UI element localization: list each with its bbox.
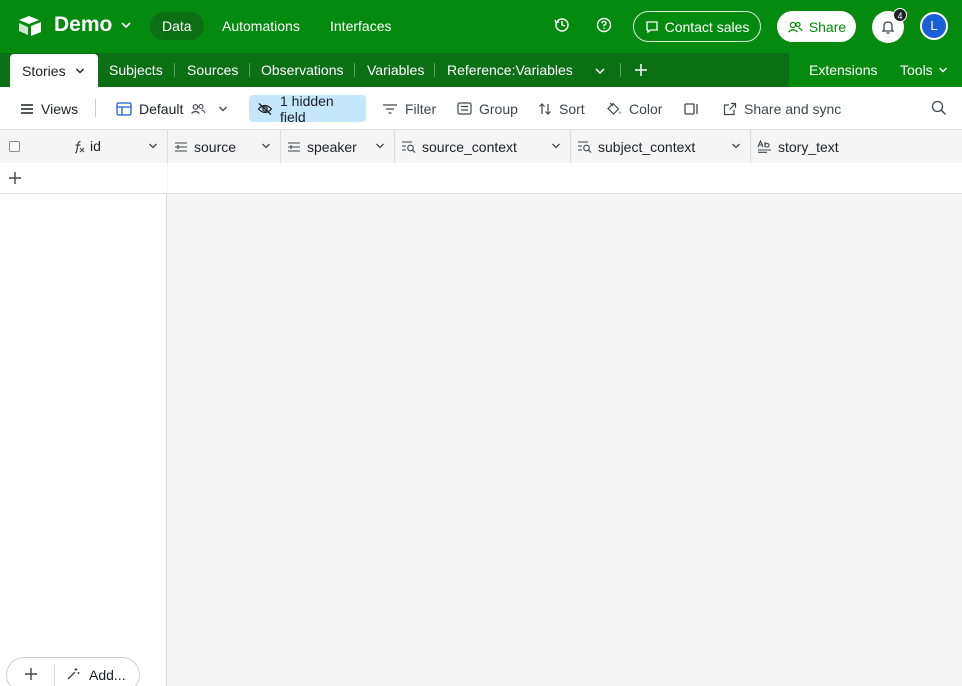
- grid-left-pane: [0, 163, 167, 686]
- long-text-icon: [757, 140, 772, 153]
- notification-count-badge: 4: [893, 8, 907, 22]
- table-tab-bar: Stories Subjects Sources Observations Va…: [0, 53, 962, 87]
- airtable-logo-icon[interactable]: [18, 15, 42, 37]
- chevron-down-icon[interactable]: [730, 140, 742, 152]
- plus-icon[interactable]: [24, 667, 38, 681]
- add-record-pill: Add...: [6, 657, 140, 686]
- chevron-down-icon[interactable]: [260, 140, 272, 152]
- column-name: source: [194, 138, 237, 155]
- view-toolbar: Views Default 1 hidden field Filter Grou…: [0, 87, 962, 130]
- column-header-id[interactable]: id: [0, 130, 168, 163]
- sort-label: Sort: [559, 100, 585, 117]
- chevron-down-icon[interactable]: [119, 18, 133, 32]
- tab-reference-variables[interactable]: Reference:Variables: [435, 53, 585, 87]
- hidden-fields-button[interactable]: 1 hidden field: [249, 92, 366, 125]
- column-name: source_context: [422, 138, 517, 155]
- lookup-icon: [401, 140, 416, 153]
- link-icon: [174, 141, 188, 153]
- nav-data[interactable]: Data: [150, 12, 204, 40]
- tab-observations[interactable]: Observations: [249, 53, 355, 87]
- paint-bucket-icon: [606, 102, 622, 116]
- column-name: id: [90, 138, 101, 154]
- row-height-icon: [684, 102, 700, 116]
- color-label: Color: [629, 100, 663, 117]
- tab-sources[interactable]: Sources: [175, 53, 250, 87]
- sort-icon: [538, 102, 552, 116]
- row-height-button[interactable]: [676, 95, 708, 122]
- select-all-checkbox[interactable]: [9, 141, 20, 152]
- chevron-down-icon[interactable]: [550, 140, 562, 152]
- views-button[interactable]: Views: [12, 95, 86, 122]
- column-header-speaker[interactable]: speaker: [281, 130, 395, 163]
- chevron-down-icon[interactable]: [374, 140, 386, 152]
- grid-view-icon: [116, 101, 132, 116]
- pill-divider: [54, 664, 55, 686]
- help-icon[interactable]: [595, 16, 613, 34]
- column-header-story-text[interactable]: story_text: [751, 130, 962, 163]
- formula-icon: [72, 140, 86, 154]
- tab-subjects[interactable]: Subjects: [97, 53, 175, 87]
- filter-button[interactable]: Filter: [374, 95, 444, 122]
- chevron-down-icon[interactable]: [937, 64, 949, 76]
- chevron-down-icon[interactable]: [74, 65, 86, 77]
- contact-sales-label: Contact sales: [664, 18, 750, 35]
- sort-button[interactable]: Sort: [530, 95, 593, 122]
- tab-label: Stories: [22, 62, 66, 79]
- share-button[interactable]: Share: [777, 11, 856, 42]
- group-label: Group: [479, 100, 518, 117]
- group-icon: [457, 102, 472, 115]
- add-table-plus-icon[interactable]: [634, 63, 648, 77]
- tab-stories[interactable]: Stories: [10, 54, 98, 87]
- add-record-row-fill[interactable]: [168, 163, 962, 193]
- extensions-button[interactable]: Extensions: [797, 53, 889, 87]
- group-button[interactable]: Group: [449, 95, 526, 122]
- column-header-source-context[interactable]: source_context: [395, 130, 571, 163]
- hidden-fields-label: 1 hidden field: [280, 92, 334, 125]
- add-record-cell[interactable]: [0, 163, 167, 193]
- chevron-down-icon[interactable]: [147, 140, 159, 152]
- contact-sales-button[interactable]: Contact sales: [633, 11, 761, 42]
- avatar[interactable]: L: [920, 12, 948, 40]
- link-icon: [287, 141, 301, 153]
- color-button[interactable]: Color: [598, 95, 670, 122]
- column-name: subject_context: [598, 138, 696, 155]
- share-label: Share: [808, 18, 847, 35]
- add-with-ai-button[interactable]: Add...: [89, 667, 126, 683]
- tab-variables[interactable]: Variables: [355, 53, 436, 87]
- hamburger-icon: [20, 103, 34, 115]
- filter-label: Filter: [405, 100, 437, 117]
- column-name: speaker: [307, 138, 357, 155]
- view-name: Default: [139, 100, 184, 117]
- bell-icon: [880, 19, 896, 35]
- eye-off-icon: [257, 102, 273, 116]
- add-record-row[interactable]: [0, 163, 962, 194]
- history-icon[interactable]: [553, 16, 571, 34]
- plus-icon: [8, 171, 22, 185]
- users-icon: [787, 20, 803, 34]
- more-tables-chevron-icon[interactable]: [593, 64, 607, 78]
- grid-header: id source speaker source_context subject…: [0, 130, 962, 163]
- toolbar-divider: [95, 99, 96, 117]
- share-and-sync-button[interactable]: Share and sync: [715, 95, 849, 122]
- top-bar: Demo Data Automations Interfaces Contact…: [0, 0, 962, 53]
- filter-icon: [382, 103, 398, 115]
- magic-wand-icon[interactable]: [66, 667, 80, 681]
- collaborators-icon: [190, 102, 206, 116]
- chat-icon: [645, 20, 659, 34]
- search-icon[interactable]: [931, 100, 947, 116]
- column-header-subject-context[interactable]: subject_context: [571, 130, 751, 163]
- share-and-sync-label: Share and sync: [744, 100, 842, 117]
- nav-automations[interactable]: Automations: [210, 12, 312, 40]
- views-label: Views: [41, 100, 79, 117]
- lookup-icon: [577, 140, 592, 153]
- nav-interfaces[interactable]: Interfaces: [318, 12, 403, 40]
- base-name[interactable]: Demo: [54, 13, 112, 37]
- tab-bar-right-area: Extensions Tools: [789, 53, 962, 87]
- tab-divider: [620, 63, 621, 77]
- column-name: story_text: [778, 138, 839, 155]
- column-header-source[interactable]: source: [168, 130, 281, 163]
- chevron-down-icon: [217, 103, 229, 115]
- external-link-icon: [723, 102, 737, 116]
- view-switcher-button[interactable]: Default: [108, 95, 237, 122]
